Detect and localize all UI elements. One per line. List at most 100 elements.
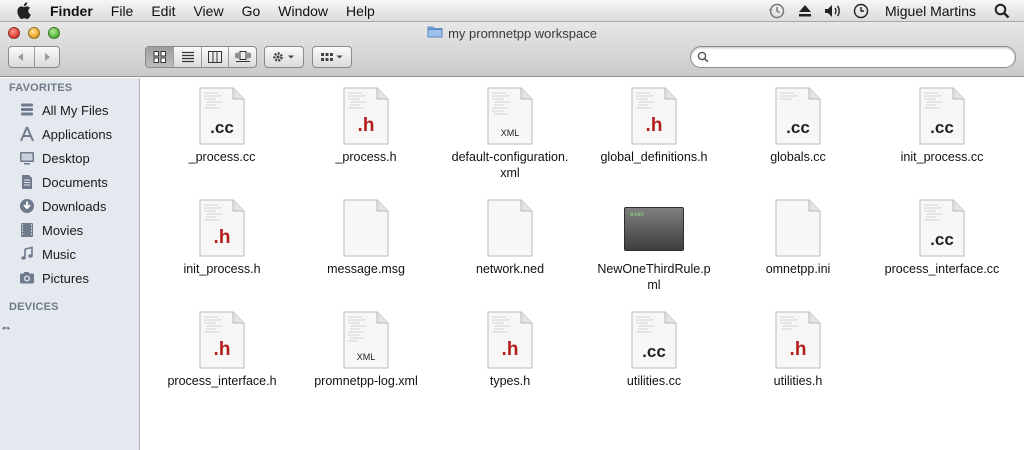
file-item[interactable]: .h process_interface.h (150, 311, 294, 389)
file-item[interactable]: .h types.h (438, 311, 582, 389)
column-view-icon (208, 51, 223, 63)
header-file-icon: .h (343, 87, 389, 145)
user-name[interactable]: Miguel Martins (875, 3, 988, 19)
generic-file-icon (487, 199, 533, 257)
documents-icon (18, 173, 36, 191)
file-item[interactable]: XML promnetpp-log.xml (294, 311, 438, 389)
column-view-button[interactable] (200, 47, 229, 67)
menu-window[interactable]: Window (269, 0, 337, 22)
file-type-badge: .h (357, 115, 375, 136)
file-name: init_process.cc (900, 150, 984, 164)
menu-go[interactable]: Go (233, 0, 270, 22)
pictures-icon (18, 269, 36, 287)
volume-icon[interactable] (819, 0, 847, 22)
cc-file-icon: .cc (919, 87, 965, 145)
file-item[interactable]: .cc process_interface.cc (870, 199, 1014, 277)
file-item[interactable]: .h global_definitions.h (582, 87, 726, 165)
sidebar-item-label: Downloads (42, 198, 107, 214)
sidebar-item-label: Pictures (42, 270, 89, 286)
menu-file[interactable]: File (102, 0, 143, 22)
menu-app-finder[interactable]: Finder (50, 0, 102, 22)
file-name: process_interface.cc (884, 262, 1000, 276)
file-item[interactable]: exec NewOneThirdRule.pml (582, 199, 726, 293)
icon-view-button[interactable] (146, 47, 174, 67)
file-item[interactable]: message.msg (294, 199, 438, 277)
window-title-text: my promnetpp workspace (448, 25, 597, 41)
file-name: _process.cc (188, 150, 256, 164)
file-name: NewOneThirdRule.pml (597, 262, 711, 292)
file-item[interactable]: .cc init_process.cc (870, 87, 1014, 165)
file-item[interactable]: XML default-configuration.xml (438, 87, 582, 181)
file-item[interactable]: .h init_process.h (150, 199, 294, 277)
search-input[interactable] (713, 50, 1015, 64)
file-type-badge: .cc (930, 118, 954, 137)
file-name: process_interface.h (167, 374, 277, 388)
file-item[interactable]: .h _process.h (294, 87, 438, 165)
back-button[interactable] (9, 47, 34, 67)
file-name: network.ned (475, 262, 545, 276)
sidebar: FAVORITES All My Files Applications Desk… (0, 78, 140, 450)
spotlight-icon[interactable] (988, 0, 1016, 22)
generic-file-icon (775, 199, 821, 257)
cover-flow-button[interactable] (228, 47, 256, 67)
clock-icon[interactable] (847, 0, 875, 22)
time-machine-icon[interactable] (763, 0, 791, 22)
apple-menu-icon[interactable] (16, 2, 38, 19)
file-item[interactable]: .cc utilities.cc (582, 311, 726, 389)
sidebar-item-all-my-files[interactable]: All My Files (0, 98, 139, 122)
sidebar-item-music[interactable]: Music (0, 242, 139, 266)
sidebar-item-label: Applications (42, 126, 113, 142)
header-file-icon: .h (199, 199, 245, 257)
arrange-menu-button[interactable] (312, 46, 352, 68)
file-item[interactable]: omnetpp.ini (726, 199, 870, 277)
file-type-badge: .cc (642, 342, 666, 361)
list-view-button[interactable] (173, 47, 201, 67)
music-icon (18, 245, 36, 263)
all-files-icon (18, 101, 36, 119)
file-name: message.msg (327, 262, 405, 276)
search-icon (697, 51, 709, 63)
cc-file-icon: .cc (919, 199, 965, 257)
header-file-icon: .h (199, 311, 245, 369)
desktop-icon (18, 149, 36, 167)
file-type-badge: .h (501, 339, 519, 360)
menu-edit[interactable]: Edit (142, 0, 184, 22)
sidebar-item-documents[interactable]: Documents (0, 170, 139, 194)
xml-file-icon: XML (343, 311, 389, 369)
file-type-badge: XML (356, 352, 376, 362)
sidebar-item-movies[interactable]: Movies (0, 218, 139, 242)
menu-help[interactable]: Help (337, 0, 384, 22)
sidebar-item-pictures[interactable]: Pictures (0, 266, 139, 290)
gear-icon (273, 52, 283, 62)
file-item[interactable]: .h utilities.h (726, 311, 870, 389)
file-type-badge: .h (213, 227, 231, 248)
menu-view[interactable]: View (184, 0, 232, 22)
xml-file-icon: XML (487, 87, 533, 145)
file-type-badge: .cc (786, 118, 810, 137)
file-type-badge: .cc (210, 118, 234, 137)
eject-icon[interactable] (791, 0, 819, 22)
file-type-badge: .h (789, 339, 807, 360)
file-item[interactable]: .cc globals.cc (726, 87, 870, 165)
file-type-badge: .h (645, 115, 663, 136)
sidebar-item-label: Documents (42, 174, 108, 190)
file-item[interactable]: network.ned (438, 199, 582, 277)
file-name: types.h (489, 374, 531, 388)
file-type-badge: .h (213, 339, 231, 360)
sidebar-item-applications[interactable]: Applications (0, 122, 139, 146)
action-menu-button[interactable] (264, 46, 304, 68)
file-name: global_definitions.h (600, 150, 708, 164)
file-item[interactable]: .cc _process.cc (150, 87, 294, 165)
file-name: init_process.h (183, 262, 261, 276)
header-file-icon: .h (775, 311, 821, 369)
downloads-icon (18, 197, 36, 215)
window-title: my promnetpp workspace (0, 25, 1024, 41)
search-field[interactable] (690, 46, 1016, 68)
forward-arrow-icon (44, 53, 50, 61)
sidebar-item-label: Movies (42, 222, 84, 238)
sidebar-item-desktop[interactable]: Desktop (0, 146, 139, 170)
icon-view-icon (153, 51, 166, 63)
sidebar-item-label: Music (42, 246, 76, 262)
sidebar-item-downloads[interactable]: Downloads (0, 194, 139, 218)
forward-button[interactable] (33, 47, 59, 67)
